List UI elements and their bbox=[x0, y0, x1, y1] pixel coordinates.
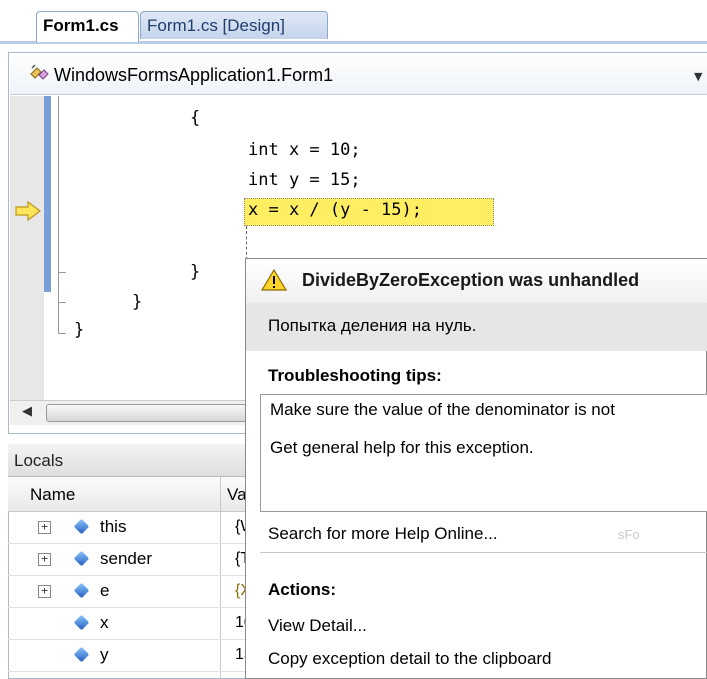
field-icon bbox=[73, 518, 90, 535]
locals-row[interactable]: + e {X bbox=[8, 575, 252, 608]
outline-tick bbox=[58, 333, 66, 334]
local-name: this bbox=[100, 517, 127, 536]
outline-guide bbox=[58, 96, 59, 334]
search-help-online-link[interactable]: Search for more Help Online... bbox=[268, 524, 498, 544]
code-line-int-y: int y = 15; bbox=[248, 170, 361, 190]
code-brace-open: { bbox=[190, 108, 201, 128]
exception-connector bbox=[246, 226, 248, 260]
troubleshooting-heading: Troubleshooting tips: bbox=[268, 366, 442, 385]
local-name: y bbox=[100, 645, 109, 664]
faded-text: sFo bbox=[618, 527, 640, 542]
exception-message: Попытка деления на нуль. bbox=[268, 316, 477, 335]
tip-denominator[interactable]: Make sure the value of the denominator i… bbox=[270, 400, 615, 420]
field-icon bbox=[73, 646, 90, 663]
copy-exception-detail-link[interactable]: Copy exception detail to the clipboard bbox=[268, 649, 552, 669]
local-name: e bbox=[100, 581, 110, 600]
code-brace-close-method: } bbox=[190, 262, 201, 282]
local-name: x bbox=[100, 613, 109, 632]
outline-tick bbox=[58, 302, 66, 303]
code-line-division: x = x / (y - 15); bbox=[248, 200, 422, 220]
class-icon bbox=[30, 64, 49, 80]
change-margin bbox=[44, 96, 51, 292]
class-selector[interactable]: WindowsFormsApplication1.Form1 bbox=[54, 65, 333, 86]
outline-tick bbox=[58, 272, 66, 273]
code-brace-close-namespace: } bbox=[74, 320, 85, 340]
actions-heading: Actions: bbox=[268, 580, 336, 599]
code-line-int-x: int x = 10; bbox=[248, 140, 361, 160]
column-header-value[interactable]: Va bbox=[227, 485, 247, 505]
exception-title: DivideByZeroException was unhandled bbox=[302, 270, 640, 290]
expand-icon[interactable]: + bbox=[38, 521, 51, 534]
field-icon bbox=[73, 550, 90, 567]
section-divider bbox=[260, 552, 707, 553]
locals-row[interactable]: + sender {T bbox=[8, 543, 252, 576]
view-detail-link[interactable]: View Detail... bbox=[268, 616, 367, 636]
chevron-down-icon[interactable]: ▼ bbox=[694, 70, 702, 83]
field-icon bbox=[73, 614, 90, 631]
locals-row[interactable]: + this {W bbox=[8, 511, 255, 544]
tab-form1-design[interactable]: Form1.cs [Design] bbox=[140, 11, 328, 39]
expand-icon[interactable]: + bbox=[38, 553, 51, 566]
locals-row[interactable]: y 15 bbox=[8, 639, 253, 672]
warning-icon bbox=[261, 268, 287, 291]
expand-icon[interactable]: + bbox=[38, 585, 51, 598]
field-icon bbox=[73, 582, 90, 599]
code-brace-close-class: } bbox=[132, 292, 143, 312]
locals-row[interactable]: x 10 bbox=[8, 607, 253, 640]
column-header-name[interactable]: Name bbox=[30, 485, 75, 505]
locals-title: Locals bbox=[14, 451, 64, 470]
scrollbar-thumb[interactable] bbox=[46, 404, 247, 422]
tip-general-help[interactable]: Get general help for this exception. bbox=[270, 438, 534, 458]
tab-form1-cs[interactable]: Form1.cs bbox=[36, 11, 139, 42]
local-name: sender bbox=[100, 549, 152, 568]
execution-pointer-icon bbox=[15, 200, 41, 222]
breakpoint-gutter[interactable] bbox=[10, 96, 44, 402]
scroll-left-icon[interactable]: ◀ bbox=[22, 404, 32, 419]
